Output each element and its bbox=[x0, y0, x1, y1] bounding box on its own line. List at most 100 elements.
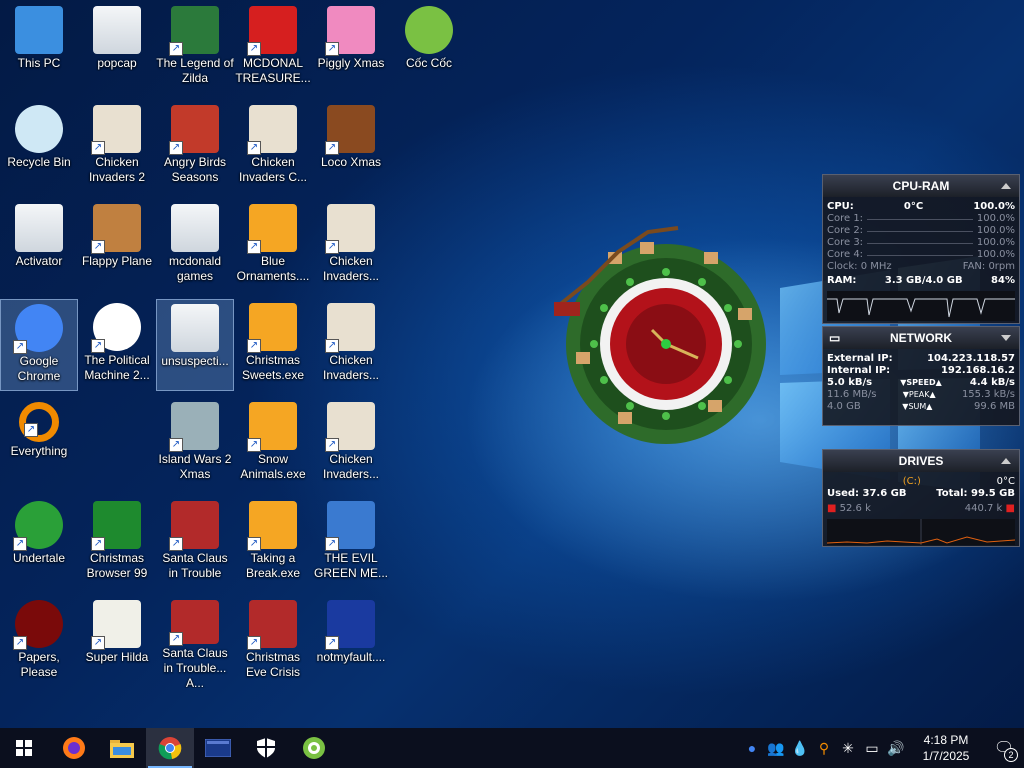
desktop-icon[interactable]: mcdonald games bbox=[156, 200, 234, 292]
volume-tray-icon[interactable]: 🔊 bbox=[884, 740, 908, 757]
desktop-icon[interactable]: ↗ Papers, Please bbox=[0, 596, 78, 688]
cpu-ram-header: CPU-RAM bbox=[823, 175, 1019, 197]
desktop-icon[interactable]: popcap bbox=[78, 2, 156, 94]
desktop-icon[interactable]: ↗ THE EVIL GREEN ME... bbox=[312, 497, 390, 589]
core3-value: 100.0% bbox=[976, 237, 1015, 248]
shortcut-arrow-icon: ↗ bbox=[91, 240, 105, 254]
desktop-icon[interactable]: ↗ Chicken Invaders... bbox=[312, 398, 390, 490]
notification-center-button[interactable]: 🗨 2 bbox=[984, 728, 1024, 768]
people-tray-icon[interactable]: 👥 bbox=[764, 740, 788, 757]
desktop-icon[interactable]: ↗ Flappy Plane bbox=[78, 200, 156, 292]
christmas-clock-gadget[interactable] bbox=[548, 212, 778, 444]
start-button[interactable] bbox=[0, 728, 48, 768]
pixel-icon: ↗ bbox=[91, 600, 141, 650]
desktop-icon[interactable]: ↗ Christmas Sweets.exe bbox=[234, 299, 312, 391]
desktop-icon[interactable]: ↗ Santa Claus in Trouble... A... bbox=[156, 596, 234, 688]
desktop-icon[interactable]: ↗ Taking a Break.exe bbox=[234, 497, 312, 589]
desktop-icon-label: Santa Claus in Trouble... A... bbox=[162, 646, 228, 688]
chrome-tray-icon[interactable]: ● bbox=[740, 740, 764, 756]
desktop-icon[interactable]: ↗ notmyfault.... bbox=[312, 596, 390, 688]
collapse-icon[interactable] bbox=[1001, 183, 1011, 189]
shortcut-arrow-icon: ↗ bbox=[247, 438, 261, 452]
drives-title: DRIVES bbox=[898, 454, 944, 468]
shortcut-arrow-icon: ↗ bbox=[169, 42, 183, 56]
desktop-icon[interactable]: Activator bbox=[0, 200, 78, 292]
desktop-icon[interactable]: ↗ Chicken Invaders 2 bbox=[78, 101, 156, 193]
chicken-icon: ↗ bbox=[247, 105, 297, 155]
taskbar-file-explorer[interactable] bbox=[98, 728, 146, 768]
desktop-icon[interactable]: ↗ Island Wars 2 Xmas bbox=[156, 398, 234, 490]
desktop-icon[interactable]: ↗ Piggly Xmas bbox=[312, 2, 390, 94]
drives-header: DRIVES bbox=[823, 450, 1019, 472]
shortcut-arrow-icon: ↗ bbox=[325, 636, 339, 650]
cpu-temp: 0°C bbox=[903, 201, 924, 212]
cpu-ram-gadget[interactable]: CPU-RAM CPU: 0°C 100.0% Core 1: 100.0% Co… bbox=[822, 174, 1020, 324]
desktop-icon[interactable]: Cốc Cốc bbox=[390, 2, 468, 94]
shortcut-arrow-icon: ↗ bbox=[91, 339, 105, 353]
desktop-icon[interactable]: ↗ Santa Claus in Trouble bbox=[156, 497, 234, 589]
clock[interactable]: 4:18 PM 1/7/2025 bbox=[908, 732, 984, 764]
desktop-icon[interactable]: ↗ Super Hilda bbox=[78, 596, 156, 688]
drives-gadget[interactable]: DRIVES (C:) 0°C Used: 37.6 GB Total: 99.5 … bbox=[822, 449, 1020, 547]
desktop-icon[interactable]: ↗ Undertale bbox=[0, 497, 78, 589]
desktop-icon-label: Chicken Invaders C... bbox=[238, 155, 308, 184]
shortcut-arrow-icon: ↗ bbox=[325, 339, 339, 353]
network-tray-icon[interactable]: ▭ bbox=[860, 740, 884, 757]
snowflake-tray-icon[interactable]: ✳ bbox=[836, 740, 860, 757]
santa-icon: ↗ bbox=[247, 600, 297, 650]
desktop-icon-label: notmyfault.... bbox=[316, 650, 386, 664]
shortcut-arrow-icon: ↗ bbox=[13, 537, 27, 551]
desktop-icon[interactable]: unsuspecti... bbox=[156, 299, 234, 391]
drop-tray-icon[interactable]: 💧 bbox=[788, 740, 812, 757]
internal-ip: 192.168.16.2 bbox=[940, 365, 1015, 376]
desktop-icon[interactable]: ↗ Christmas Eve Crisis bbox=[234, 596, 312, 688]
desktop-icon-label: This PC bbox=[17, 56, 61, 70]
desktop-icon[interactable]: ↗ Angry Birds Seasons bbox=[156, 101, 234, 193]
desktop-icon-label: Piggly Xmas bbox=[317, 56, 385, 70]
desktop-icon-label: Taking a Break.exe bbox=[245, 551, 301, 580]
desktop-icon[interactable]: ↗ Everything bbox=[0, 398, 78, 490]
taskbar-coccoc[interactable] bbox=[290, 728, 338, 768]
taskbar-firefox[interactable] bbox=[50, 728, 98, 768]
collapse-icon[interactable] bbox=[1001, 335, 1011, 341]
desktop-icon[interactable]: ↗ Chicken Invaders C... bbox=[234, 101, 312, 193]
desktop-icon[interactable]: ↗ Loco Xmas bbox=[312, 101, 390, 193]
desktop-icon[interactable]: ↗ Christmas Browser 99 bbox=[78, 497, 156, 589]
core4-value: 100.0% bbox=[976, 249, 1015, 260]
network-gadget[interactable]: ▭ NETWORK External IP: 104.223.118.57 Int… bbox=[822, 326, 1020, 426]
this-pc-icon bbox=[15, 6, 63, 54]
desktop-icon[interactable]: ↗ Snow Animals.exe bbox=[234, 398, 312, 490]
collapse-icon[interactable] bbox=[1001, 458, 1011, 464]
desktop-icon[interactable]: ↗ Blue Ornaments.... bbox=[234, 200, 312, 292]
desktop-icon[interactable]: ↗ The Political Machine 2... bbox=[78, 299, 156, 391]
speed-label: SPEED bbox=[906, 378, 936, 387]
desktop-icon[interactable]: Recycle Bin bbox=[0, 101, 78, 193]
desktop-icon[interactable]: ↗ Google Chrome bbox=[0, 299, 78, 391]
search-tray-icon[interactable]: ⚲ bbox=[812, 740, 836, 757]
drive-read: 52.6 k bbox=[839, 503, 871, 514]
santa-icon: ↗ bbox=[169, 501, 219, 551]
desktop-icon[interactable]: ↗ Chicken Invaders... bbox=[312, 299, 390, 391]
desktop-icon[interactable]: ↗ The Legend of Zilda bbox=[156, 2, 234, 94]
messenger-icon: ↗ bbox=[325, 501, 375, 551]
shortcut-arrow-icon: ↗ bbox=[169, 141, 183, 155]
chicken-icon: ↗ bbox=[325, 303, 375, 353]
shield-icon bbox=[257, 738, 275, 758]
taskbar-chrome[interactable] bbox=[146, 728, 194, 768]
sum-up: 99.6 MB bbox=[974, 401, 1015, 412]
shortcut-arrow-icon: ↗ bbox=[169, 537, 183, 551]
desktop-icon-label: Angry Birds Seasons bbox=[163, 155, 227, 184]
taskbar-window[interactable] bbox=[194, 728, 242, 768]
desktop-icon[interactable]: ↗ MCDONAL TREASURE... bbox=[234, 2, 312, 94]
search-icon: ↗ bbox=[19, 402, 59, 442]
taskbar-security[interactable] bbox=[242, 728, 290, 768]
shortcut-arrow-icon: ↗ bbox=[91, 537, 105, 551]
core3-label: Core 3: bbox=[827, 237, 864, 248]
political-icon: ↗ bbox=[91, 303, 141, 353]
drive-letter: (C:) bbox=[902, 476, 921, 487]
sum-down: 4.0 GB bbox=[827, 401, 861, 412]
desktop-icon-label: Island Wars 2 Xmas bbox=[158, 452, 232, 481]
desktop-icon[interactable]: ↗ Chicken Invaders... bbox=[312, 200, 390, 292]
desktop-icon[interactable]: This PC bbox=[0, 2, 78, 94]
cpu-percent: 100.0% bbox=[973, 201, 1015, 212]
